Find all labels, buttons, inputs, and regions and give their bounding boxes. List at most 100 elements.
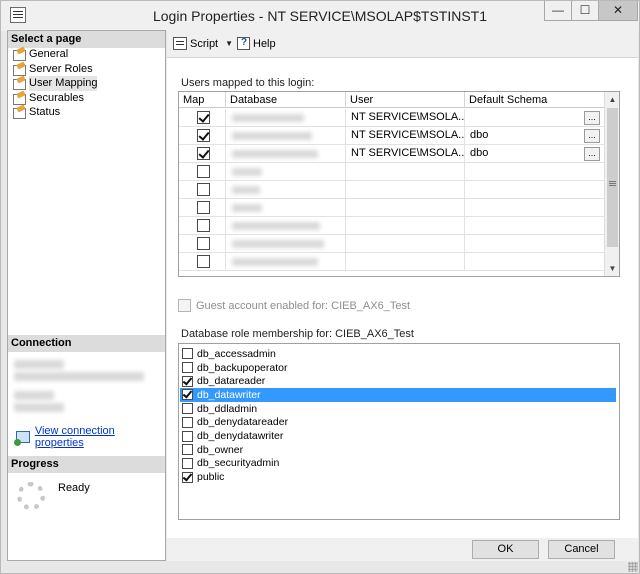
map-cell xyxy=(179,163,226,181)
column-header-database[interactable]: Database xyxy=(226,92,346,108)
grid-row[interactable]: NT SERVICE\MSOLA... dbo... xyxy=(179,127,605,145)
grid-row[interactable]: NT SERVICE\MSOLA... dbo... xyxy=(179,145,605,163)
page-item-user-mapping[interactable]: User Mapping xyxy=(12,76,98,91)
script-dropdown-chevron-icon[interactable]: ▼ xyxy=(225,39,233,48)
role-checkbox[interactable] xyxy=(182,362,193,374)
database-cell[interactable] xyxy=(226,235,346,253)
default-schema-cell[interactable] xyxy=(465,253,605,271)
database-cell[interactable] xyxy=(226,163,346,181)
role-item[interactable]: db_datareader xyxy=(180,374,616,388)
role-item[interactable]: db_ddladmin xyxy=(180,402,616,416)
role-item[interactable]: db_denydatareader xyxy=(180,416,616,430)
browse-schema-button[interactable]: ... xyxy=(584,147,600,161)
role-item[interactable]: db_backupoperator xyxy=(180,361,616,375)
map-checkbox[interactable] xyxy=(197,110,210,124)
map-checkbox[interactable] xyxy=(197,128,210,142)
role-checkbox[interactable] xyxy=(182,375,193,387)
scroll-thumb[interactable] xyxy=(607,108,618,247)
user-cell[interactable] xyxy=(346,253,465,271)
column-header-map[interactable]: Map xyxy=(179,92,226,108)
user-cell[interactable] xyxy=(346,163,465,181)
left-pane: Select a page General Server Roles User … xyxy=(7,30,166,561)
page-item-status[interactable]: Status xyxy=(12,105,97,120)
role-checkbox[interactable] xyxy=(182,416,193,428)
role-item[interactable]: db_datawriter xyxy=(180,388,616,402)
grid-row[interactable] xyxy=(179,163,605,181)
role-item[interactable]: db_accessadmin xyxy=(180,347,616,361)
default-schema-cell[interactable] xyxy=(465,199,605,217)
column-header-user[interactable]: User xyxy=(346,92,465,108)
view-connection-properties[interactable]: View connection properties xyxy=(14,425,165,449)
grid-row[interactable] xyxy=(179,253,605,271)
role-checkbox[interactable] xyxy=(182,389,193,401)
role-item[interactable]: db_denydatawriter xyxy=(180,429,616,443)
default-schema-cell[interactable] xyxy=(465,163,605,181)
user-cell[interactable]: NT SERVICE\MSOLA... xyxy=(346,145,465,163)
ok-button[interactable]: OK xyxy=(472,540,539,559)
database-cell[interactable] xyxy=(226,181,346,199)
map-checkbox[interactable] xyxy=(197,146,210,160)
role-checkbox[interactable] xyxy=(182,457,193,469)
progress-status: Ready xyxy=(58,482,90,494)
close-button[interactable]: ✕ xyxy=(598,1,638,21)
grid-row[interactable] xyxy=(179,217,605,235)
help-button[interactable]: Help xyxy=(237,37,276,50)
database-cell[interactable] xyxy=(226,127,346,145)
grid-row[interactable] xyxy=(179,181,605,199)
default-schema-cell[interactable] xyxy=(465,181,605,199)
cancel-button[interactable]: Cancel xyxy=(548,540,615,559)
resize-grip-icon[interactable] xyxy=(628,562,638,572)
map-checkbox[interactable] xyxy=(197,254,210,268)
database-cell[interactable] xyxy=(226,199,346,217)
role-checkbox[interactable] xyxy=(182,444,193,456)
user-cell[interactable] xyxy=(346,181,465,199)
default-schema-cell[interactable]: dbo... xyxy=(465,127,605,145)
scroll-up-icon[interactable]: ▲ xyxy=(605,92,619,107)
database-cell[interactable] xyxy=(226,253,346,271)
user-cell[interactable]: NT SERVICE\MSOLA... xyxy=(346,127,465,145)
page-item-general[interactable]: General xyxy=(12,47,97,62)
grid-vertical-scrollbar[interactable]: ▲ ▼ xyxy=(604,92,619,276)
grid-row[interactable] xyxy=(179,235,605,253)
minimize-button[interactable]: — xyxy=(544,1,572,21)
user-cell[interactable] xyxy=(346,217,465,235)
column-header-default-schema[interactable]: Default Schema xyxy=(465,92,605,108)
script-button[interactable]: Script ▼ xyxy=(173,37,233,50)
browse-schema-button[interactable]: ... xyxy=(584,129,600,143)
grid-row[interactable] xyxy=(179,199,605,217)
redacted-database-name xyxy=(232,204,262,212)
role-checkbox[interactable] xyxy=(182,403,193,415)
default-schema-cell[interactable] xyxy=(465,217,605,235)
map-checkbox[interactable] xyxy=(197,200,210,214)
user-cell[interactable] xyxy=(346,235,465,253)
map-checkbox[interactable] xyxy=(197,218,210,232)
database-cell[interactable] xyxy=(226,217,346,235)
page-item-server-roles[interactable]: Server Roles xyxy=(12,62,97,77)
role-checkbox[interactable] xyxy=(182,430,193,442)
user-cell[interactable] xyxy=(346,199,465,217)
page-item-securables[interactable]: Securables xyxy=(12,91,97,106)
default-schema-cell[interactable]: dbo... xyxy=(465,145,605,163)
guest-account-checkbox[interactable] xyxy=(178,299,191,312)
maximize-button[interactable]: ☐ xyxy=(571,1,599,21)
role-item[interactable]: db_securityadmin xyxy=(180,457,616,471)
users-mapped-grid: Map Database User Default Schema NT SERV… xyxy=(178,91,620,277)
default-schema-cell[interactable] xyxy=(465,235,605,253)
default-schema-cell[interactable]: ... xyxy=(465,109,605,127)
grid-row[interactable]: NT SERVICE\MSOLA...... xyxy=(179,109,605,127)
role-checkbox[interactable] xyxy=(182,348,193,360)
map-checkbox[interactable] xyxy=(197,182,210,196)
redacted-database-name xyxy=(232,240,324,248)
browse-schema-button[interactable]: ... xyxy=(584,111,600,125)
map-checkbox[interactable] xyxy=(197,164,210,178)
scroll-down-icon[interactable]: ▼ xyxy=(605,261,619,276)
role-item[interactable]: db_owner xyxy=(180,443,616,457)
role-item[interactable]: public xyxy=(180,470,616,484)
role-label: db_datareader xyxy=(197,375,266,388)
view-connection-properties-link[interactable]: View connection properties xyxy=(35,425,165,449)
database-cell[interactable] xyxy=(226,109,346,127)
role-checkbox[interactable] xyxy=(182,471,193,483)
database-cell[interactable] xyxy=(226,145,346,163)
map-checkbox[interactable] xyxy=(197,236,210,250)
user-cell[interactable]: NT SERVICE\MSOLA... xyxy=(346,109,465,127)
